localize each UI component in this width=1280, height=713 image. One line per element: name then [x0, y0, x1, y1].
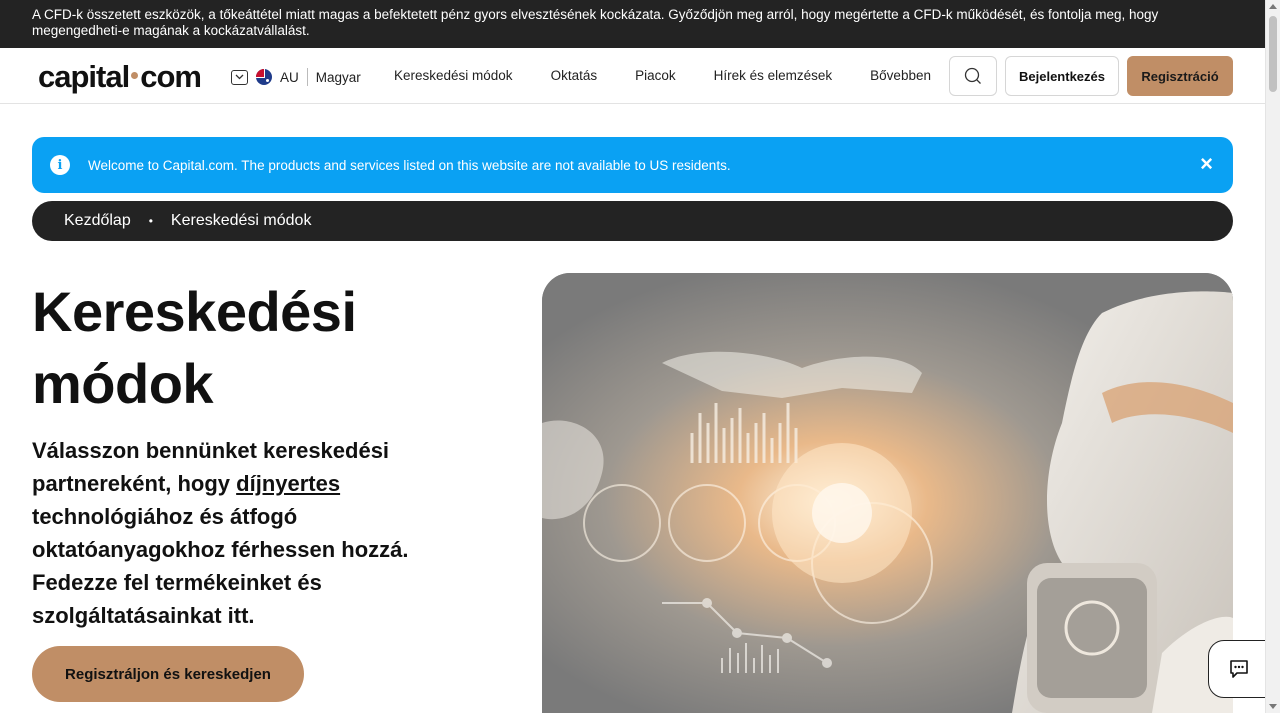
logo-text-left: capital — [38, 59, 130, 94]
chat-button[interactable] — [1208, 640, 1270, 698]
register-and-trade-button[interactable]: Regisztráljon és kereskedjen — [32, 646, 304, 702]
close-icon[interactable]: × — [1200, 153, 1213, 175]
notice-text: Welcome to Capital.com. The products and… — [88, 157, 731, 173]
page-title: Kereskedési módok — [32, 276, 512, 420]
hero-image — [542, 273, 1233, 713]
scroll-up-arrow-icon[interactable] — [1269, 4, 1277, 9]
nav-item-trading-modes[interactable]: Kereskedési módok — [394, 68, 513, 83]
breadcrumb-current: Kereskedési módok — [170, 212, 312, 229]
risk-warning-text: A CFD-k összetett eszközök, a tőkeáttéte… — [32, 7, 1159, 38]
breadcrumb-separator: • — [148, 214, 153, 228]
nav-item-news-analysis[interactable]: Hírek és elemzések — [714, 68, 833, 83]
info-icon: i — [50, 155, 70, 175]
search-icon — [964, 67, 981, 84]
nav-item-markets[interactable]: Piacok — [635, 68, 676, 83]
logo-dot — [131, 72, 139, 80]
region-code[interactable]: AU — [280, 70, 299, 85]
breadcrumb: Kezdőlap • Kereskedési módok — [32, 201, 1233, 241]
region-language-selector[interactable]: AU Magyar — [231, 68, 361, 86]
page-title-line2: módok — [32, 352, 214, 415]
region-divider — [306, 68, 308, 86]
site-header: capital com AU Magyar Kereskedési módok O… — [0, 48, 1265, 104]
hero-illustration — [542, 273, 1233, 713]
australia-flag-icon — [256, 69, 272, 85]
capital-logo[interactable]: capital com — [38, 59, 202, 95]
chevron-down-icon[interactable] — [231, 69, 248, 85]
nav-item-more[interactable]: Bővebben — [870, 68, 931, 83]
award-winning-link[interactable]: díjnyertes — [236, 471, 340, 496]
nav-item-education[interactable]: Oktatás — [551, 68, 598, 83]
main-nav: Kereskedési módok Oktatás Piacok Hírek é… — [394, 68, 969, 83]
hero-description: Válasszon bennünket kereskedési partnere… — [32, 434, 472, 632]
search-button[interactable] — [949, 56, 997, 96]
chat-icon — [1230, 660, 1248, 678]
language-label[interactable]: Magyar — [316, 70, 361, 85]
page-title-line1: Kereskedési — [32, 280, 357, 343]
breadcrumb-home[interactable]: Kezdőlap — [64, 212, 131, 230]
logo-text-right: com — [140, 59, 202, 94]
scrollbar-thumb[interactable] — [1269, 16, 1277, 92]
scroll-down-arrow-icon[interactable] — [1269, 704, 1277, 709]
register-button[interactable]: Regisztráció — [1127, 56, 1233, 96]
risk-warning-bar: A CFD-k összetett eszközök, a tőkeáttéte… — [0, 0, 1265, 48]
login-button[interactable]: Bejelentkezés — [1005, 56, 1119, 96]
page-scrollbar[interactable] — [1265, 0, 1280, 713]
us-residents-notice: i Welcome to Capital.com. The products a… — [32, 137, 1233, 193]
hero-text-after: technológiához és átfogó oktatóanyagokho… — [32, 504, 409, 628]
